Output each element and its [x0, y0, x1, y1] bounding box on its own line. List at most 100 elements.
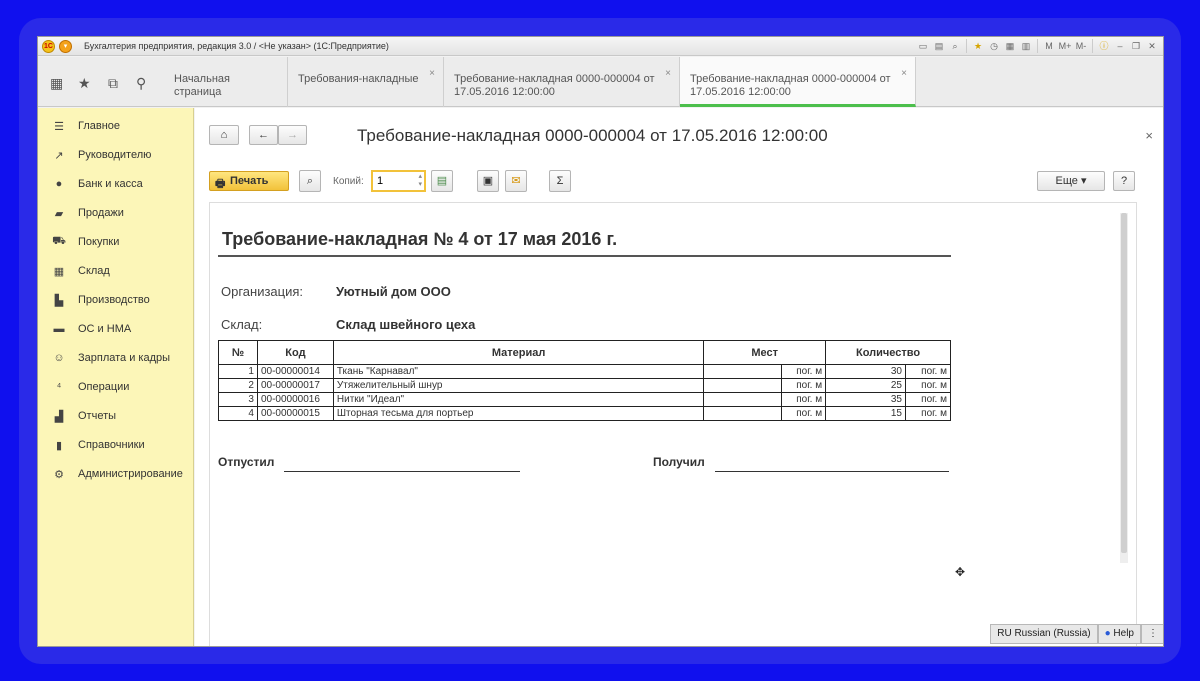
more-button[interactable]: Еще ▾ — [1037, 171, 1105, 191]
gear-icon: ⚙ — [54, 468, 64, 481]
copies-value: 1 — [377, 175, 384, 187]
sidebar-item-warehouse[interactable]: ▦ Склад — [52, 263, 110, 279]
released-signature-line — [284, 471, 520, 472]
sections-grid-icon[interactable]: ▦ — [50, 75, 63, 92]
people-icon: ☺ — [53, 352, 65, 364]
copies-field[interactable]: 1 ▴ ▾ — [371, 170, 426, 192]
sidebar-item-label: Главное — [78, 120, 121, 132]
favorite-icon[interactable]: ★ — [971, 39, 985, 53]
preview-icon[interactable]: ⌕ — [948, 39, 962, 53]
cell-material: Утяжелительный шнур — [332, 378, 705, 393]
sidebar-item-admin[interactable]: ⚙ Администрирование — [52, 466, 183, 482]
sidebar-item-reports[interactable]: ▟ Отчеты — [52, 408, 116, 424]
settings-button[interactable]: ▤ — [431, 170, 453, 192]
status-bar: RU Russian (Russia) ● Help ⋮ — [990, 624, 1163, 644]
cell-number: 4 — [218, 406, 258, 421]
help-icon: ● — [1104, 628, 1111, 639]
cell-quantity: 15 — [825, 406, 906, 421]
send-email-button[interactable]: ✉ — [505, 170, 527, 192]
sidebar-item-catalogs[interactable]: ▮ Справочники — [52, 437, 145, 453]
tab-home[interactable]: Начальная страница — [164, 57, 288, 107]
print-button[interactable]: 🖶 Печать — [209, 171, 289, 191]
factory-icon: ▙ — [54, 294, 64, 307]
memory-mplus-button[interactable]: M+ — [1058, 39, 1072, 53]
forward-button[interactable]: → — [278, 125, 307, 145]
cell-places — [703, 392, 783, 407]
cell-material: Ткань "Карнавал" — [332, 364, 705, 379]
cell-quantity: 35 — [825, 392, 906, 407]
calculator-icon[interactable]: ▥ — [1019, 39, 1033, 53]
titlebar-tools: ▭ ▤ ⌕ ★ ◷ ▦ ▥ M M+ M- ⓘ – ❐ ✕ — [916, 39, 1159, 53]
sidebar-item-bank[interactable]: ● Банк и касса — [52, 176, 143, 192]
cell-places — [703, 378, 783, 393]
print-label: Печать — [230, 175, 269, 187]
main-menu-icon[interactable]: ▾ — [59, 40, 72, 53]
history-icon[interactable]: ◷ — [987, 39, 1001, 53]
tab-requisition-doc[interactable]: Требование-накладная 0000-000004 от 17.0… — [444, 57, 680, 107]
quick-tools: ▦ ★ ⧉ ⚲ — [38, 57, 164, 107]
sidebar-item-label: Покупки — [78, 236, 120, 248]
copies-spinner[interactable]: ▴ ▾ — [418, 173, 422, 189]
books-icon: ▮ — [55, 439, 63, 452]
sidebar-item-operations[interactable]: ⁴ Операции — [52, 379, 130, 395]
close-form-icon[interactable]: × — [1145, 128, 1153, 143]
vertical-scrollbar[interactable] — [1120, 213, 1128, 563]
sidebar-item-sales[interactable]: ▰ Продажи — [52, 205, 124, 221]
minimize-icon[interactable]: – — [1113, 39, 1127, 53]
tab-requisition-print[interactable]: Требование-накладная 0000-000004 от 17.0… — [680, 57, 916, 107]
language-indicator[interactable]: RU Russian (Russia) — [990, 624, 1098, 644]
tab-requisitions-list[interactable]: Требования-накладные × — [288, 57, 444, 107]
cell-places — [703, 364, 783, 379]
sidebar-item-purchases[interactable]: ⛟ Покупки — [52, 234, 119, 250]
page-title: Требование-накладная 0000-000004 от 17.0… — [357, 126, 828, 145]
sidebar-item-manager[interactable]: ↗ Руководителю — [52, 147, 151, 163]
preview-button[interactable]: ⌕ — [299, 170, 321, 192]
favorites-star-icon[interactable]: ★ — [78, 75, 91, 92]
sum-button[interactable]: Σ — [549, 170, 571, 192]
maximize-icon[interactable]: ❐ — [1129, 39, 1143, 53]
search-icon[interactable]: ⚲ — [136, 75, 146, 92]
cell-material: Шторная тесьма для портьер — [332, 406, 705, 421]
received-label: Получил — [653, 455, 705, 469]
status-menu-button[interactable]: ⋮ — [1141, 624, 1163, 644]
memory-m-button[interactable]: M — [1042, 39, 1056, 53]
table-row: 1 00-00000014 Ткань "Карнавал" пог. м 30… — [218, 364, 952, 379]
table-row: 4 00-00000015 Шторная тесьма для портьер… — [218, 406, 952, 421]
cell-places-unit: пог. м — [781, 406, 827, 421]
help-status-button[interactable]: ● Help — [1097, 624, 1141, 644]
print-icon[interactable]: ▤ — [932, 39, 946, 53]
copies-label: Копий: — [333, 176, 364, 187]
close-window-icon[interactable]: ✕ — [1145, 39, 1159, 53]
save-file-button[interactable]: ▣ — [477, 170, 499, 192]
app-logo-icon[interactable]: 1C — [42, 40, 55, 53]
sidebar-item-assets[interactable]: ▬ ОС и НМА — [52, 321, 132, 337]
tab-close-icon[interactable]: × — [429, 67, 435, 80]
sections-sidebar: ☰ Главное ↗ Руководителю ● Банк и касса ▰ Пр… — [38, 108, 194, 646]
app-window: 1C ▾ Бухгалтерия предприятия, редакция 3… — [37, 36, 1164, 647]
sidebar-item-label: Банк и касса — [78, 178, 143, 190]
org-value: Уютный дом ООО — [336, 284, 451, 299]
help-button[interactable]: ? — [1113, 171, 1135, 191]
truck-icon: ▬ — [53, 323, 65, 335]
title-underline — [218, 255, 951, 257]
save-icon[interactable]: ▭ — [916, 39, 930, 53]
section-bar: ▦ ★ ⧉ ⚲ Начальная страница Требования-на… — [38, 57, 1163, 107]
cell-quantity-unit: пог. м — [904, 406, 952, 421]
tab-close-icon[interactable]: × — [665, 67, 671, 80]
tab-label: Требование-накладная 0000-000004 от 17.0… — [454, 73, 655, 98]
tab-close-icon[interactable]: × — [901, 67, 907, 80]
info-icon[interactable]: ⓘ — [1097, 39, 1111, 53]
sidebar-item-main[interactable]: ☰ Главное — [52, 118, 120, 134]
cell-number: 3 — [218, 392, 258, 407]
home-button[interactable]: ⌂ — [209, 125, 239, 145]
history-icon[interactable]: ⧉ — [108, 75, 118, 92]
calendar-icon[interactable]: ▦ — [1003, 39, 1017, 53]
tab-label: Начальная страница — [174, 73, 230, 98]
memory-mminus-button[interactable]: M- — [1074, 39, 1088, 53]
back-button[interactable]: ← — [249, 125, 278, 145]
scroll-thumb[interactable] — [1121, 213, 1127, 553]
sidebar-item-production[interactable]: ▙ Производство — [52, 292, 150, 308]
col-number: № — [218, 340, 258, 365]
move-cursor-icon: ✥ — [955, 565, 966, 579]
sidebar-item-salary[interactable]: ☺ Зарплата и кадры — [52, 350, 170, 366]
